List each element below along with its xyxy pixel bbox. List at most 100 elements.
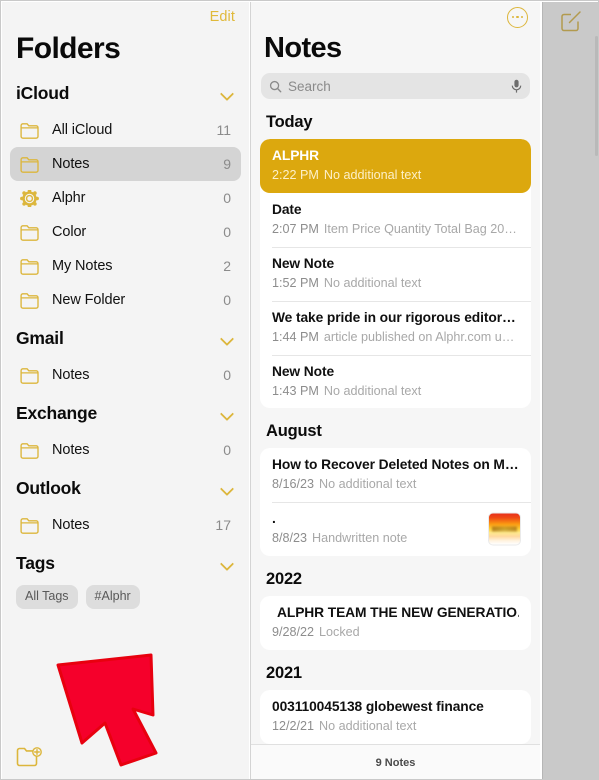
tag-chip-list: All Tags #Alphr [2,583,249,609]
folder-icon-wrap [20,440,42,460]
section-title: Gmail [16,328,64,348]
notes-group-header: 2022 [266,570,302,589]
sidebar-item-count: 0 [223,224,231,240]
sidebar-item-label: Notes [52,517,90,533]
chevron-down-icon[interactable] [221,87,235,101]
note-preview: No additional text [323,383,422,398]
folder-icon [20,292,39,309]
sidebar-item-count: 2 [223,258,231,274]
note-time: 1:44 PM [272,329,319,344]
notes-group-header: August [266,422,322,441]
note-title-text: 003110045138 globewest finance [272,699,484,715]
note-preview: Locked [319,625,360,640]
microphone-icon[interactable] [511,79,522,94]
note-list-item[interactable]: 003110045138 globewest finance 12/2/21 No … [260,690,531,744]
note-list-item[interactable]: Date 2:07 PM Item Price Quantity Total Bag… [260,193,531,247]
chevron-down-icon[interactable] [221,482,235,496]
section-title: Outlook [16,478,81,498]
folders-title: Folders [16,32,121,65]
folder-icon [20,156,39,173]
chevron-down-icon[interactable] [221,407,235,421]
folder-icon [20,442,39,459]
sidebar-item-alphr[interactable]: Alphr 0 [10,181,241,215]
notes-footer: 9 Notes [251,744,540,779]
sidebar-item-count: 11 [216,122,231,138]
note-title-text: How to Recover Deleted Notes on M… [272,457,519,473]
note-list-item[interactable]: ALPHR 2:22 PM No additional text [260,139,531,193]
notes-app-window: Edit Folders iCloud All iCloud 11 Notes 9 Alp… [0,0,599,780]
note-title-text: Date [272,201,302,217]
section-header-outlook[interactable]: Outlook [2,467,249,508]
sidebar-item-label: Notes [52,156,90,172]
new-folder-icon [16,747,42,767]
search-placeholder: Search [288,78,331,94]
sidebar-sections: iCloud All iCloud 11 Notes 9 Alphr 0 Color 0 My N… [2,72,249,542]
chevron-down-icon[interactable] [221,332,235,346]
note-list-item[interactable]: How to Recover Deleted Notes on M… 8/16/2… [260,448,531,502]
sidebar-item-count: 0 [223,367,231,383]
search-input[interactable]: Search [261,73,530,99]
folder-icon [20,224,39,241]
sidebar-item-notes[interactable]: Notes 9 [10,147,241,181]
compose-note-button[interactable] [560,10,582,32]
note-title-text: New Note [272,363,335,379]
note-title: We take pride in our rigorous editori… [272,308,519,328]
section-title: iCloud [16,83,70,103]
note-subtitle: 1:52 PM No additional text [272,274,519,293]
sidebar-item-count: 0 [223,442,231,458]
edit-button[interactable]: Edit [210,9,235,25]
sidebar-item-notes[interactable]: Notes 17 [10,508,241,542]
note-list-item[interactable]: . 8/8/23 Handwritten note [260,502,531,556]
section-title: Exchange [16,403,98,423]
sidebar-item-count: 0 [223,190,231,206]
note-title-text: We take pride in our rigorous editori… [272,309,519,325]
note-time: 12/2/21 [272,719,315,734]
section-header-exchange[interactable]: Exchange [2,392,249,433]
note-preview: No additional text [319,719,417,734]
sidebar-item-label: My Notes [52,258,113,274]
new-folder-button[interactable] [16,746,42,768]
sidebar-item-new-folder[interactable]: New Folder 0 [10,283,241,317]
sidebar-item-label: Alphr [52,190,86,206]
sidebar-item-all-icloud[interactable]: All iCloud 11 [10,113,241,147]
note-subtitle: 8/16/23 No additional text [272,475,519,494]
dot [511,15,515,19]
sidebar-item-notes[interactable]: Notes 0 [10,433,241,467]
list-scrollbar[interactable] [595,36,598,156]
tag-chip[interactable]: All Tags [16,585,78,609]
section-title-tags: Tags [16,553,55,573]
note-preview: Handwritten note [312,531,408,546]
note-list-item[interactable]: We take pride in our rigorous editori… 1:… [260,300,531,355]
folder-icon-wrap [20,365,42,385]
section-header-tags[interactable]: Tags [2,542,249,583]
ellipsis-circle-icon[interactable] [507,6,528,28]
note-time: 1:43 PM [272,383,319,398]
section-header-gmail[interactable]: Gmail [2,317,249,358]
note-title-text: New Note [272,255,335,271]
note-preview: No additional text [323,168,422,182]
section-header-icloud[interactable]: iCloud [2,72,249,113]
sidebar-item-my-notes[interactable]: My Notes 2 [10,249,241,283]
note-preview: Item Price Quantity Total Bag 20… [323,221,517,236]
note-list-item[interactable]: ALPHR TEAM THE NEW GENERATIO… 9/28/22 Lock… [260,596,531,650]
dot [516,15,519,19]
notes-groups: Today ALPHR 2:22 PM No additional text Date 2… [251,99,540,745]
notes-group-header: Today [266,113,313,131]
note-title: How to Recover Deleted Notes on M… [272,455,519,475]
note-title: . [272,509,477,529]
note-title-text: ALPHR TEAM THE NEW GENERATIO… [277,605,519,621]
notes-group: 003110045138 globewest finance 12/2/21 No … [260,690,531,745]
chevron-down-icon[interactable] [221,557,235,571]
note-list-item[interactable]: New Note 1:52 PM No additional text [260,246,531,301]
note-title: New Note [272,254,519,274]
sidebar-item-color[interactable]: Color 0 [10,215,241,249]
note-list-item[interactable]: New Note 1:43 PM No additional text [260,354,531,409]
tag-chip[interactable]: #Alphr [85,585,140,609]
sidebar-toolbar: Edit [2,2,249,32]
folder-icon-wrap [20,222,42,242]
note-thumbnail-image [488,512,521,546]
note-subtitle: 2:22 PM No additional text [272,166,519,185]
search-icon [269,80,282,92]
notes-group: How to Recover Deleted Notes on M… 8/16/2… [260,448,531,557]
sidebar-item-notes[interactable]: Notes 0 [10,358,241,392]
